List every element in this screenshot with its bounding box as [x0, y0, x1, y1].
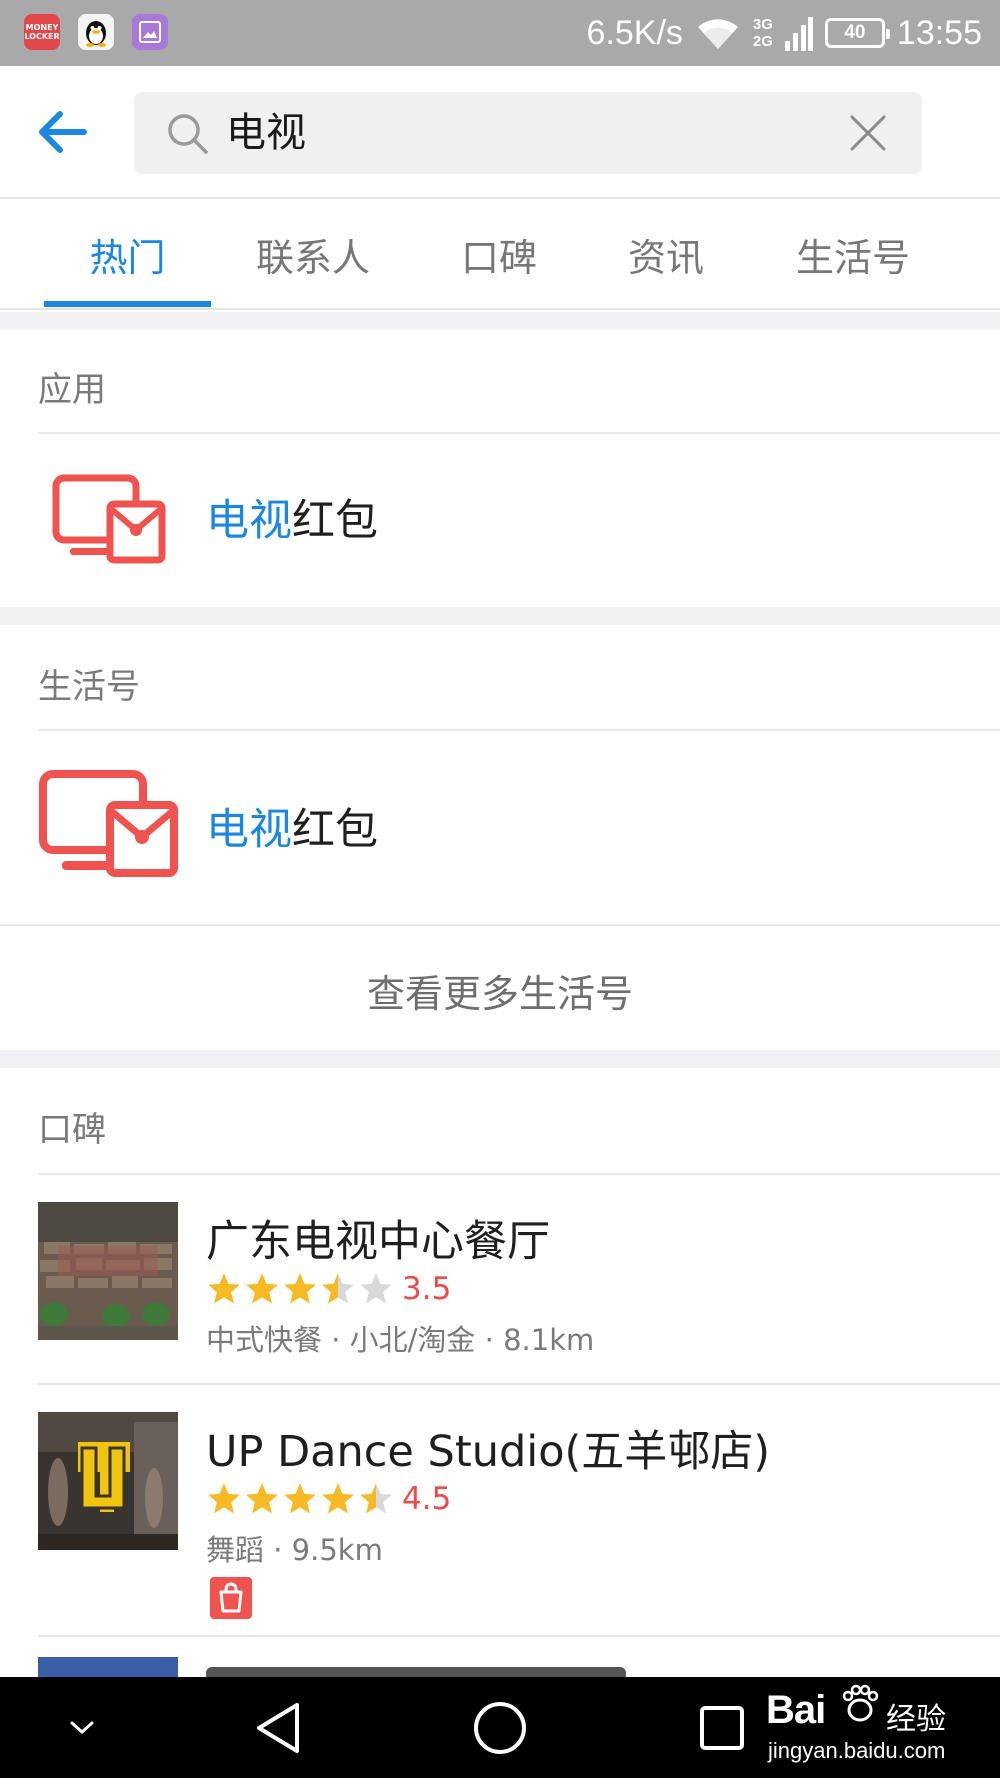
battery-icon: 40: [824, 18, 890, 48]
search-header: 电视: [0, 66, 1000, 199]
chevron-down-icon: [70, 1721, 94, 1734]
rating-score: 3.5: [402, 1271, 452, 1307]
star-rating: [206, 1481, 394, 1517]
business-meta: 舞蹈 · 9.5km: [206, 1533, 383, 1567]
business-name-partial: [206, 1667, 626, 1677]
square-recents-icon: [700, 1705, 744, 1750]
tab-contacts[interactable]: 联系人: [230, 199, 396, 310]
circle-home-icon: [474, 1701, 526, 1754]
star-full-icon: [246, 1273, 278, 1304]
back-button[interactable]: [34, 104, 100, 160]
clear-icon[interactable]: [848, 113, 888, 153]
active-tab-indicator: [44, 301, 211, 307]
tab-life-accounts[interactable]: 生活号: [770, 199, 936, 310]
star-rating: [206, 1271, 394, 1307]
shopping-bag-icon: [210, 1577, 252, 1619]
tab-news[interactable]: 资讯: [583, 199, 749, 310]
signal-icon: [784, 17, 813, 51]
gallery-icon: [132, 14, 168, 50]
life-accounts-section: 生活号 电视红包 查看更多生活号: [0, 625, 1000, 1050]
tv-red-envelope-icon: [52, 474, 166, 564]
section-title-apps: 应用: [38, 370, 106, 410]
restaurant-thumbnail: [38, 1202, 178, 1340]
star-full-icon: [246, 1483, 278, 1514]
life-account-name: 电视红包: [206, 805, 378, 855]
star-half-icon: [360, 1483, 392, 1514]
star-full-icon: [322, 1483, 354, 1514]
section-gap: [0, 312, 1000, 330]
tab-hot[interactable]: 热门: [44, 199, 211, 310]
baidu-jingyan-watermark: Bai 经验 jingyan.baidu.com: [758, 1680, 958, 1770]
koubei-section: 口碑 广东电视中心餐厅 3.5 中式快餐 · 小北/淘金 · 8.1km UP …: [0, 1068, 1000, 1677]
business-meta: 中式快餐 · 小北/淘金 · 8.1km: [206, 1323, 595, 1357]
star-full-icon: [284, 1273, 316, 1304]
koubei-item[interactable]: UP Dance Studio(五羊邨店) 4.5 舞蹈 · 9.5km: [0, 1385, 1000, 1635]
clock: 13:55: [896, 13, 982, 52]
koubei-item[interactable]: 广东电视中心餐厅 3.5 中式快餐 · 小北/淘金 · 8.1km: [0, 1175, 1000, 1383]
app-result-item[interactable]: 电视红包: [0, 434, 1000, 607]
nav-recents-button[interactable]: [672, 1677, 772, 1778]
wifi-icon: [697, 19, 738, 49]
business-name: UP Dance Studio(五羊邨店): [206, 1427, 771, 1477]
business-name: 广东电视中心餐厅: [206, 1217, 550, 1267]
section-gap: [0, 1050, 1000, 1068]
back-arrow-icon: [39, 111, 87, 153]
rating-score: 4.5: [402, 1481, 452, 1517]
view-more-life-accounts-link[interactable]: 查看更多生活号: [0, 963, 1000, 1018]
star-full-icon: [208, 1483, 240, 1514]
nav-collapse-button[interactable]: [32, 1677, 132, 1778]
apps-section: 应用 电视红包: [0, 330, 1000, 607]
thumbnail-partial: [38, 1657, 178, 1677]
status-bar: MONEY LOCKER 6.5K/s 3G 2G 40 13:55: [0, 0, 1000, 66]
section-title-life-accounts: 生活号: [38, 667, 140, 707]
net-speed: 6.5K/s: [586, 13, 683, 52]
category-tabs: 热门 联系人 口碑 资讯 生活号: [0, 199, 1000, 310]
section-gap: [0, 607, 1000, 625]
app-name: 电视红包: [206, 496, 378, 546]
search-icon: [168, 114, 208, 154]
network-type: 3G 2G: [752, 16, 773, 50]
search-input[interactable]: 电视: [134, 92, 922, 174]
money-locker-icon: MONEY LOCKER: [24, 14, 60, 50]
search-query[interactable]: 电视: [226, 106, 306, 160]
divider: [0, 924, 1000, 926]
star-half-icon: [322, 1273, 354, 1304]
star-full-icon: [208, 1273, 240, 1304]
star-full-icon: [284, 1483, 316, 1514]
star-empty-icon: [360, 1273, 392, 1304]
triangle-back-icon: [257, 1702, 299, 1753]
qq-icon: [78, 14, 114, 50]
section-title-koubei: 口碑: [38, 1110, 106, 1150]
tv-red-envelope-icon: [39, 770, 178, 877]
koubei-item-partial[interactable]: [0, 1637, 1000, 1677]
nav-home-button[interactable]: [450, 1677, 550, 1778]
life-account-item[interactable]: 电视红包: [0, 731, 1000, 917]
paw-icon: [842, 1684, 879, 1722]
tab-koubei[interactable]: 口碑: [416, 199, 582, 310]
dance-studio-thumbnail: [38, 1412, 178, 1550]
nav-back-button[interactable]: [228, 1677, 328, 1778]
